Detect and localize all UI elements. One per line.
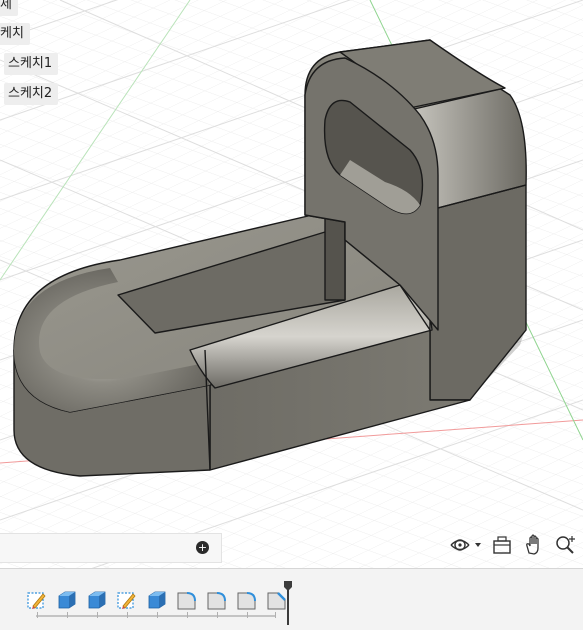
browser-item-label: 제 bbox=[0, 0, 12, 12]
browser-item-label: 스케치2 bbox=[8, 86, 53, 101]
timeline-fillet-icon[interactable] bbox=[235, 588, 259, 612]
timeline-tick bbox=[127, 612, 128, 618]
text-commands-bar[interactable]: + bbox=[0, 533, 222, 563]
browser-item-sketch1[interactable]: 스케치1 bbox=[4, 53, 59, 75]
timeline-tick bbox=[37, 612, 38, 618]
timeline-tick bbox=[247, 612, 248, 618]
timeline-tick bbox=[157, 612, 158, 618]
timeline-tick bbox=[275, 612, 276, 618]
browser-item-label: 케치 bbox=[0, 26, 24, 41]
zoom-icon[interactable] bbox=[552, 532, 578, 558]
browser-item-sketch2[interactable]: 스케치2 bbox=[4, 83, 59, 105]
ground-grid bbox=[0, 0, 583, 568]
timeline-tick bbox=[217, 612, 218, 618]
timeline-extrude-icon[interactable] bbox=[145, 588, 169, 612]
timeline-track bbox=[36, 615, 276, 617]
timeline-extrude-icon[interactable] bbox=[55, 588, 79, 612]
timeline-tick bbox=[97, 612, 98, 618]
browser-item-sketches-folder[interactable]: 케치 bbox=[0, 23, 30, 45]
timeline bbox=[0, 568, 583, 630]
timeline-marker[interactable] bbox=[284, 581, 292, 625]
browser-item-partial-1[interactable]: 제 bbox=[0, 0, 18, 16]
timeline-fillet-icon[interactable] bbox=[205, 588, 229, 612]
orbit-icon[interactable] bbox=[447, 532, 473, 558]
look-at-icon[interactable] bbox=[489, 532, 515, 558]
timeline-sketch-icon[interactable] bbox=[115, 588, 139, 612]
add-circle-icon[interactable]: + bbox=[196, 541, 209, 554]
timeline-sketch-icon[interactable] bbox=[25, 588, 49, 612]
timeline-tick bbox=[187, 612, 188, 618]
timeline-extrude-icon[interactable] bbox=[85, 588, 109, 612]
canvas-viewport[interactable]: 제 케치 스케치1 스케치2 + bbox=[0, 0, 583, 568]
pan-hand-icon[interactable] bbox=[521, 532, 547, 558]
dropdown-arrow-icon[interactable] bbox=[472, 532, 484, 558]
timeline-fillet-icon[interactable] bbox=[175, 588, 199, 612]
timeline-tick bbox=[67, 612, 68, 618]
browser-item-label: 스케치1 bbox=[8, 56, 53, 71]
